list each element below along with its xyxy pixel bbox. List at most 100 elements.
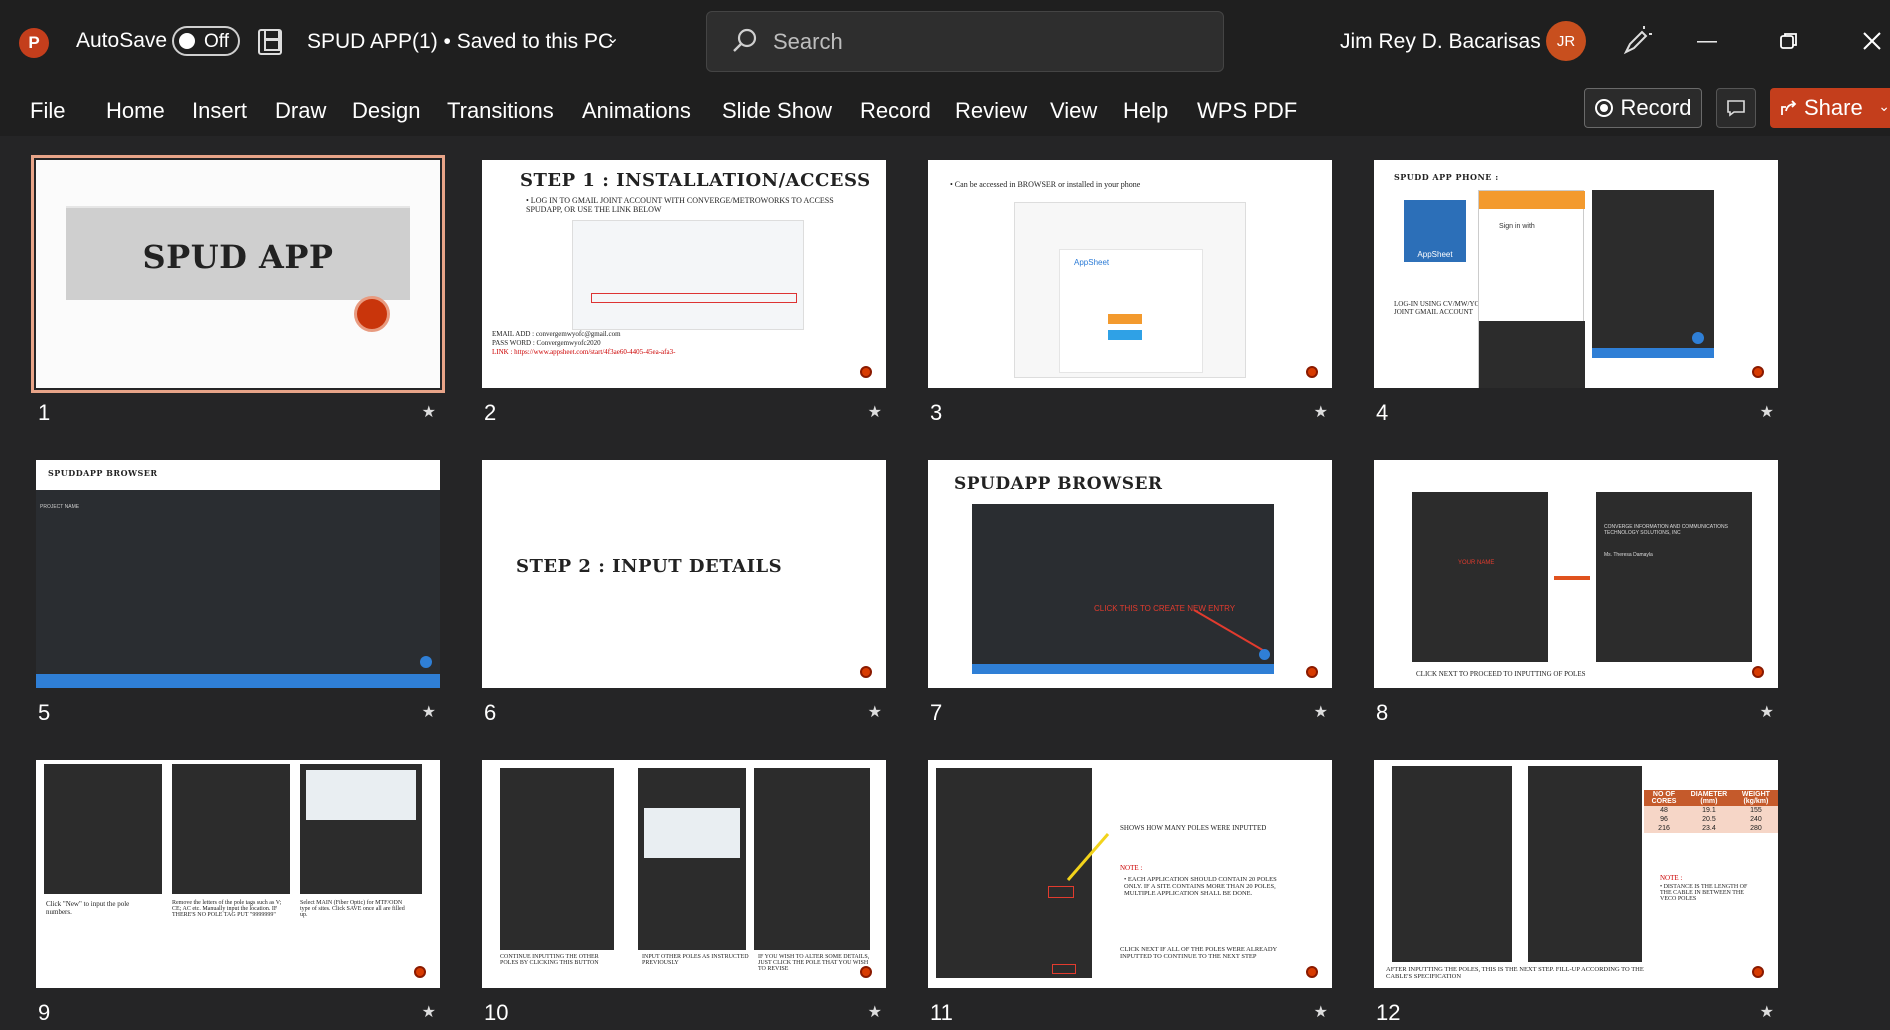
user-name[interactable]: Jim Rey D. Bacarisas [1340,30,1541,54]
tab-record[interactable]: Record [860,98,931,124]
autosave-state: Off [204,31,229,52]
slide-thumbnail-4[interactable]: SPUDD APP PHONE : AppSheet LOG-IN USING … [1374,160,1778,425]
orange-arrow-icon [1554,576,1590,580]
slide-canvas: YOUR NAME CONVERGE INFORMATION AND COMMU… [1374,460,1778,688]
avatar[interactable]: JR [1546,21,1586,61]
next-highlight [1052,964,1076,974]
designer-pen-icon[interactable] [1622,26,1652,56]
app-logo-letter: P [28,33,40,52]
slide-thumbnail-5[interactable]: SPUDDAPP BROWSER PROJECT NAME 5 ★ [36,460,440,725]
slide-title: SPUDAPP BROWSER [954,474,1163,494]
tab-draw[interactable]: Draw [275,98,326,124]
slide-thumbnail-6[interactable]: STEP 2 : INPUT DETAILS 6 ★ [482,460,886,725]
app-screenshot-2 [1528,766,1642,962]
tab-design[interactable]: Design [352,98,420,124]
note-left: CONTINUE INPUTTING THE OTHER POLES BY CL… [500,954,599,966]
slide-number: 11 [930,1000,953,1025]
tab-animations[interactable]: Animations [582,98,691,124]
tab-view[interactable]: View [1050,98,1097,124]
slide-number: 8 [1376,700,1389,725]
powerpoint-logo-icon: P [19,28,52,58]
slide-thumbnail-8[interactable]: YOUR NAME CONVERGE INFORMATION AND COMMU… [1374,460,1778,725]
transition-star-icon: ★ [867,1004,882,1021]
share-button-label: Share [1804,95,1863,120]
table-cell: 96 [1644,815,1685,824]
highlight-box [591,293,797,303]
transition-star-icon: ★ [867,704,882,721]
note-left: Click "New" to input the pole numbers. [46,900,130,916]
close-icon[interactable] [1858,26,1886,56]
red-dot-icon [1752,666,1764,678]
tab-slide-show[interactable]: Slide Show [722,98,832,124]
autosave-toggle[interactable]: Off [172,26,240,56]
table-row: 48 19.1 155 [1644,806,1778,815]
share-icon [1781,100,1797,115]
slide-thumbnail-9[interactable]: Click "New" to input the pole numbers. R… [36,760,440,1025]
slide-thumbnail-3[interactable]: • Can be accessed in BROWSER or installe… [928,160,1332,425]
slide-number: 6 [484,700,497,725]
slide-footer: CLICK NEXT TO PROCEED TO INPUTTING OF PO… [1416,670,1586,678]
tab-help[interactable]: Help [1123,98,1168,124]
share-button[interactable]: Share ⌄ [1770,88,1890,128]
slide-bullet: • Can be accessed in BROWSER or installe… [950,180,1141,189]
slide-canvas: STEP 1 : INSTALLATION/ACCESS • LOG IN TO… [482,160,886,388]
note-title: NOTE : [1120,864,1143,872]
email-card: AppSheet [1059,249,1203,373]
cable-spec-table: NO OF CORES DIAMETER (mm) WEIGHT (kg/km)… [1644,790,1778,833]
slide-canvas: SPUDD APP PHONE : AppSheet LOG-IN USING … [1374,160,1778,388]
slide-canvas: Click "New" to input the pole numbers. R… [36,760,440,988]
record-button[interactable]: Record [1584,88,1702,128]
tab-review[interactable]: Review [955,98,1027,124]
table-cell: 155 [1733,806,1778,815]
slide-title: SPUDD APP PHONE : [1394,172,1499,182]
restore-icon[interactable] [1774,26,1804,56]
slide-canvas: SPUD APP [31,155,445,393]
company-label: CONVERGE INFORMATION AND COMMUNICATIONS … [1604,524,1728,536]
app-screenshot-2 [172,764,290,894]
table-cell: 240 [1733,815,1778,824]
slide-canvas: SPUDAPP BROWSER CLICK THIS TO CREATE NEW… [928,460,1332,688]
slide-number: 7 [930,700,943,725]
slide-thumbnail-7[interactable]: SPUDAPP BROWSER CLICK THIS TO CREATE NEW… [928,460,1332,725]
table-row: 216 23.4 280 [1644,824,1778,833]
search-placeholder: Search [773,29,843,54]
tab-file[interactable]: File [30,98,65,124]
tab-insert[interactable]: Insert [192,98,247,124]
note-right: IF YOU WISH TO ALTER SOME DETAILS, JUST … [758,954,870,972]
note-body: • EACH APPLICATION SHOULD CONTAIN 20 POL… [1124,876,1277,897]
record-icon [1594,99,1613,117]
chevron-down-icon[interactable]: ⌄ [606,28,619,48]
slide-thumbnail-11[interactable]: SHOWS HOW MANY POLES WERE INPUTTED NOTE … [928,760,1332,1025]
comments-button[interactable] [1716,88,1756,128]
tab-transitions[interactable]: Transitions [447,98,554,124]
slide-thumbnail-2[interactable]: STEP 1 : INSTALLATION/ACCESS • LOG IN TO… [482,160,886,425]
slide-canvas: SPUDDAPP BROWSER PROJECT NAME [36,460,440,688]
phone-screenshot-app [1592,190,1714,358]
gmail-screenshot [572,220,804,330]
transition-star-icon: ★ [1313,704,1328,721]
app-screenshot-2 [638,768,746,950]
slide-thumbnail-12[interactable]: NO OF CORES DIAMETER (mm) WEIGHT (kg/km)… [1374,760,1778,1025]
document-title[interactable]: SPUD APP(1) • Saved to this PC [307,30,613,54]
autosave-label: AutoSave [76,29,168,52]
search-input[interactable]: Search [706,11,1224,72]
toggle-knob [179,33,195,49]
red-dot-icon [1306,966,1318,978]
share-chevron-icon[interactable]: ⌄ [1878,98,1890,115]
map-preview [644,808,740,858]
note-right: Select MAIN (Fiber Optic) for MTF/ODN ty… [300,900,405,918]
slide-thumbnail-10[interactable]: CONTINUE INPUTTING THE OTHER POLES BY CL… [482,760,886,1025]
slide-thumbnail-1[interactable]: SPUD APP 1 ★ [31,155,445,425]
slide-title: STEP 2 : INPUT DETAILS [516,556,783,577]
note-body: • DISTANCE IS THE LENGTH OF THE CABLE IN… [1660,884,1748,902]
slide-number: 9 [38,1000,51,1025]
phone-bottom-bar [1592,348,1714,358]
bottom-bar [36,674,440,688]
slide-number: 1 [38,400,51,425]
slide-canvas: NO OF CORES DIAMETER (mm) WEIGHT (kg/km)… [1374,760,1778,988]
tab-wps-pdf[interactable]: WPS PDF [1197,98,1297,124]
slide-number: 4 [1376,400,1389,425]
minimize-icon[interactable]: — [1692,26,1722,56]
save-icon[interactable] [258,29,282,55]
tab-home[interactable]: Home [106,98,165,124]
